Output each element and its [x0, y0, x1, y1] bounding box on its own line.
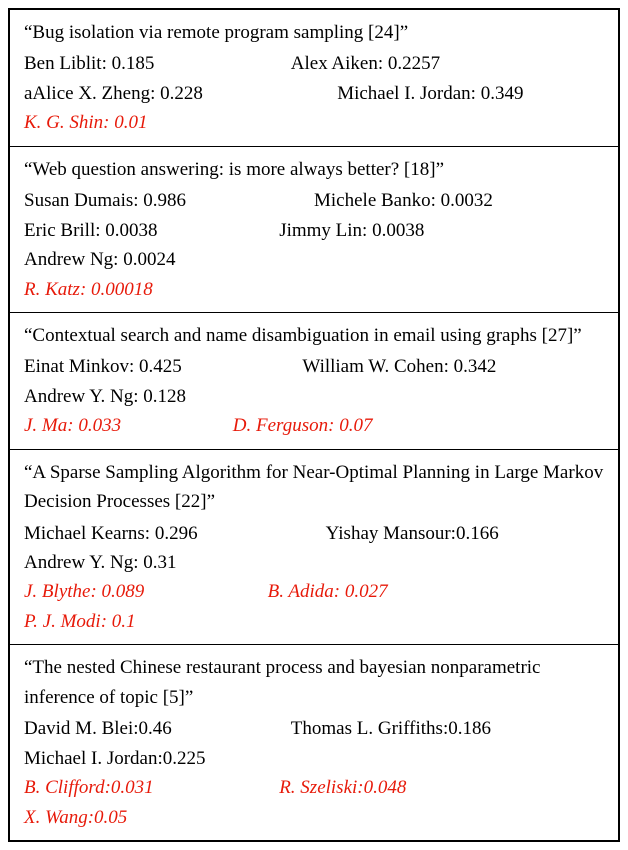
author-score: Andrew Ng: 0.0024 — [24, 245, 175, 274]
author-score: Thomas L. Griffiths:0.186 — [291, 714, 491, 743]
paper-title: “Bug isolation via remote program sampli… — [24, 18, 604, 47]
author-row: Andrew Ng: 0.0024 — [24, 245, 604, 274]
author-row-red: J. Ma: 0.033 D. Ferguson: 0.07 — [24, 411, 604, 440]
author-score-red: R. Katz: 0.00018 — [24, 275, 153, 304]
author-row-red: K. G. Shin: 0.01 — [24, 108, 604, 137]
author-score-red: P. J. Modi: 0.1 — [24, 607, 136, 636]
paper-cell: “Web question answering: is more always … — [10, 147, 618, 313]
author-score-red: K. G. Shin: 0.01 — [24, 108, 148, 137]
author-row-red: X. Wang:0.05 — [24, 803, 604, 832]
author-score: Michael I. Jordan:0.225 — [24, 744, 206, 773]
author-score-red: R. Szeliski:0.048 — [279, 773, 406, 802]
author-row-red: R. Katz: 0.00018 — [24, 275, 604, 304]
author-score: Ben Liblit: 0.185 — [24, 49, 291, 78]
author-score-red: D. Ferguson: 0.07 — [233, 411, 373, 440]
author-row-red: P. J. Modi: 0.1 — [24, 607, 604, 636]
author-row-red: J. Blythe: 0.089 B. Adida: 0.027 — [24, 577, 604, 606]
author-score: Michael Kearns: 0.296 — [24, 519, 326, 548]
author-row-red: B. Clifford:0.031 R. Szeliski:0.048 — [24, 773, 604, 802]
author-score: Eric Brill: 0.0038 — [24, 216, 279, 245]
author-score-red: J. Blythe: 0.089 — [24, 577, 268, 606]
paper-cell: “Contextual search and name disambiguati… — [10, 313, 618, 450]
author-score-red: B. Adida: 0.027 — [268, 577, 388, 606]
paper-author-table: “Bug isolation via remote program sampli… — [8, 8, 620, 842]
author-row: aAlice X. Zheng: 0.228 Michael I. Jordan… — [24, 79, 604, 108]
paper-cell: “Bug isolation via remote program sampli… — [10, 10, 618, 147]
author-score: Michael I. Jordan: 0.349 — [337, 79, 523, 108]
author-row: Eric Brill: 0.0038 Jimmy Lin: 0.0038 — [24, 216, 604, 245]
author-row: Michael I. Jordan:0.225 — [24, 744, 604, 773]
paper-title: “Contextual search and name disambiguati… — [24, 321, 604, 350]
paper-title: “A Sparse Sampling Algorithm for Near-Op… — [24, 458, 604, 517]
author-row: Michael Kearns: 0.296 Yishay Mansour:0.1… — [24, 519, 604, 548]
paper-title: “The nested Chinese restaurant process a… — [24, 653, 604, 712]
author-score: David M. Blei:0.46 — [24, 714, 291, 743]
author-score: Yishay Mansour:0.166 — [326, 519, 499, 548]
author-score: Andrew Y. Ng: 0.128 — [24, 382, 186, 411]
author-score: William W. Cohen: 0.342 — [302, 352, 496, 381]
author-row: Ben Liblit: 0.185 Alex Aiken: 0.2257 — [24, 49, 604, 78]
author-score: aAlice X. Zheng: 0.228 — [24, 79, 337, 108]
author-score: Alex Aiken: 0.2257 — [291, 49, 440, 78]
author-score: Michele Banko: 0.0032 — [314, 186, 493, 215]
author-row: Andrew Y. Ng: 0.31 — [24, 548, 604, 577]
paper-cell: “A Sparse Sampling Algorithm for Near-Op… — [10, 450, 618, 646]
author-score: Jimmy Lin: 0.0038 — [279, 216, 424, 245]
author-score: Andrew Y. Ng: 0.31 — [24, 548, 177, 577]
author-row: Andrew Y. Ng: 0.128 — [24, 382, 604, 411]
paper-title: “Web question answering: is more always … — [24, 155, 604, 184]
author-score-red: X. Wang:0.05 — [24, 803, 127, 832]
author-score: Einat Minkov: 0.425 — [24, 352, 302, 381]
author-row: David M. Blei:0.46 Thomas L. Griffiths:0… — [24, 714, 604, 743]
author-score-red: J. Ma: 0.033 — [24, 411, 233, 440]
author-row: Susan Dumais: 0.986 Michele Banko: 0.003… — [24, 186, 604, 215]
author-score: Susan Dumais: 0.986 — [24, 186, 314, 215]
paper-cell: “The nested Chinese restaurant process a… — [10, 645, 618, 840]
author-row: Einat Minkov: 0.425 William W. Cohen: 0.… — [24, 352, 604, 381]
author-score-red: B. Clifford:0.031 — [24, 773, 279, 802]
